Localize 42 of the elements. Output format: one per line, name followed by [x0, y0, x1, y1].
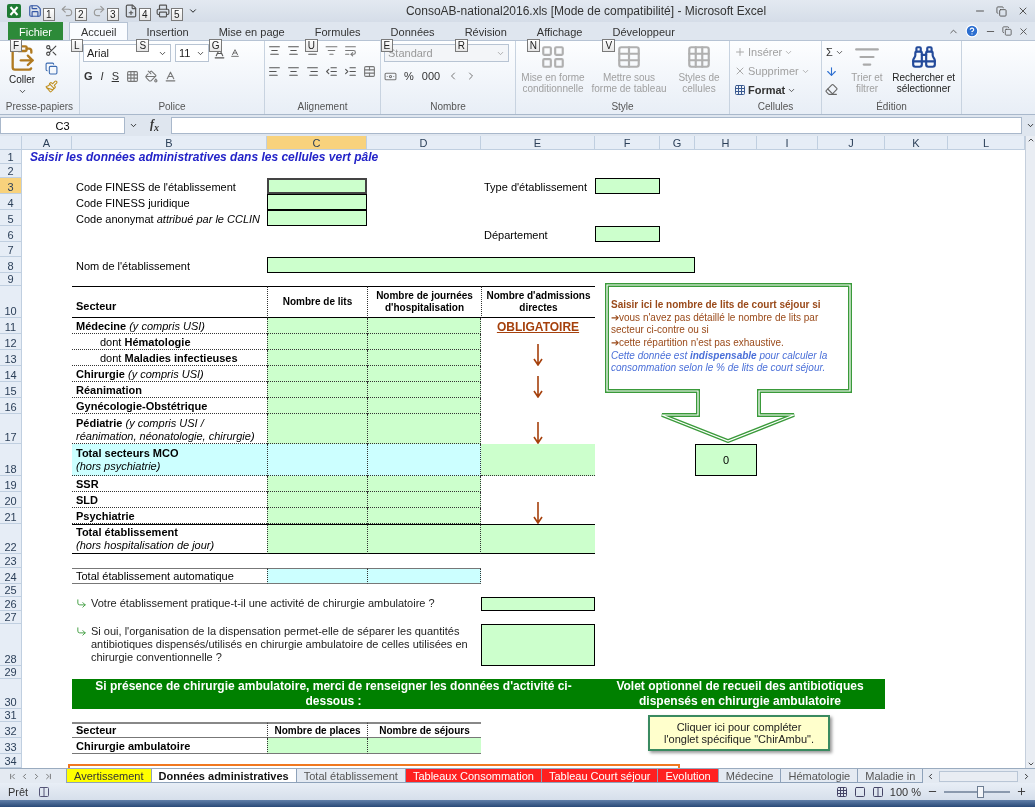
group-label: Nombre — [429, 100, 467, 114]
required-label: OBLIGATOIRE — [496, 321, 580, 334]
keytip-tooltip: 3 — [107, 8, 119, 21]
column-heading: Secteur — [72, 286, 267, 318]
keytip-tooltip: S — [136, 38, 150, 52]
group-label: Style — [610, 100, 635, 114]
field-label: Type d'établissement — [483, 180, 588, 194]
field-label: Département — [483, 228, 549, 242]
keytip-tooltip: 1 — [43, 8, 55, 21]
field-label: Code FINESS de l'établissement — [75, 180, 237, 194]
callout-text: ➔cette répartition n'est pas exhaustive. — [611, 337, 785, 349]
sheet-title: Saisir les données administratives dans les cellules vert pâle — [29, 150, 380, 164]
section-banner: Si présence de chirurgie ambulatoire, merci de renseigner les données d'activité ci-dessous : — [72, 679, 595, 709]
group-label: Cellules — [756, 100, 795, 114]
sector-label: Total secteurs MCO (hors psychiatrie) — [72, 444, 267, 476]
keytip-tooltip: 4 — [139, 8, 151, 21]
callout-text: ➔vous n'avez pas détaillé le nombre de lits par secteur ci-contre ou si — [611, 312, 820, 336]
column-heading: Nombre d'admissions directes — [481, 286, 595, 318]
callout-text: Saisir ici le nombre de lits de court séjour si — [611, 299, 822, 311]
column-heading: Secteur — [72, 722, 267, 738]
sector-label: Total établissement (hors hospitalisation de jour) — [72, 524, 267, 554]
callout-text: Cette donnée est indispensable pour calculer la consommation selon le % de lits de court séjour. — [611, 350, 829, 374]
row-label: Total établissement automatique — [72, 568, 267, 584]
status-text: Prêt — [8, 785, 29, 798]
keytip-tooltip: 2 — [75, 8, 87, 21]
value-cell: 0 — [695, 444, 757, 476]
zoom-text: 100 % — [889, 785, 921, 798]
field-label: Nom de l'établissement — [75, 259, 191, 273]
section-banner: Volet optionnel de recueil des antibiotiques dispensés en chirurgie ambulatoire — [595, 679, 885, 709]
group-label: Alignement — [296, 100, 349, 114]
row-label: Chirurgie ambulatoire — [72, 738, 267, 754]
window-title: ConsoAB-national2016.xls [Mode de compatibilité] - Microsoft Excel — [404, 4, 768, 18]
keytip-tooltip: L — [71, 38, 83, 52]
keytip-tooltip: 5 — [171, 8, 183, 21]
question-text: Si oui, l'organisation de la dispensation permet-elle de séparer les quantités antibiotiques dispensés/utilisés en chirurgie ambulatoire de celles utilisées en chirurgie conventionnelle ? — [91, 625, 469, 664]
question-text: Votre établissement pratique-t-il une activité de chirurgie ambulatoire ? — [91, 597, 435, 610]
group-label: Édition — [875, 100, 908, 114]
group-label: Police — [157, 100, 187, 114]
group-label: Presse-papiers — [4, 100, 75, 114]
keytip-tooltip: V — [602, 38, 616, 52]
field-label: Code FINESS juridique — [75, 196, 191, 210]
field-label: Code anonymat attribué par le CCLIN — [75, 212, 262, 226]
